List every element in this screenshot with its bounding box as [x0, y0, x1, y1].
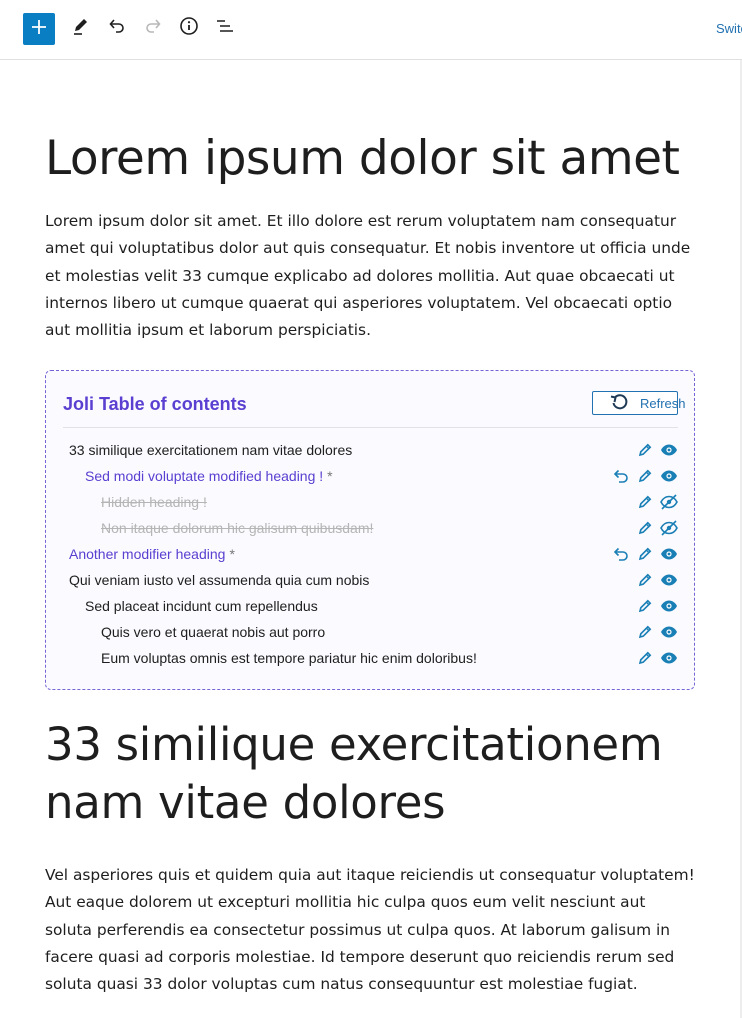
- toc-item-actions: [636, 593, 678, 619]
- toc-item-label[interactable]: Sed modi voluptate modified heading ! *: [85, 463, 333, 489]
- toc-item[interactable]: Quis vero et quaerat nobis aut porro: [46, 619, 696, 645]
- toc-item[interactable]: Hidden heading !: [46, 489, 696, 515]
- tools-button[interactable]: [65, 12, 97, 44]
- toc-item[interactable]: Sed modi voluptate modified heading ! *: [46, 463, 696, 489]
- details-button[interactable]: [173, 12, 205, 44]
- pencil-icon[interactable]: [636, 649, 654, 667]
- toc-item-actions: [636, 489, 678, 515]
- eye-icon[interactable]: [660, 597, 678, 615]
- toc-item[interactable]: Another modifier heading *: [46, 541, 696, 567]
- toc-item-text: Non itaque dolorum hic galisum quibusdam…: [101, 520, 374, 536]
- toc-item[interactable]: Non itaque dolorum hic galisum quibusdam…: [46, 515, 696, 541]
- toc-item-text: 33 similique exercitationem nam vitae do…: [69, 442, 353, 458]
- toc-item-text: Quis vero et quaerat nobis aut porro: [101, 624, 326, 640]
- refresh-label: Refresh: [640, 395, 686, 411]
- post-title-text: Lorem ipsum dolor sit amet: [45, 131, 680, 186]
- toc-item-actions: [636, 437, 678, 463]
- toc-item-actions: [636, 645, 678, 671]
- joli-toc-block[interactable]: Joli Table of contents Refresh 33 simili…: [45, 370, 695, 690]
- post-title[interactable]: Lorem ipsum dolor sit amet: [45, 130, 697, 188]
- toc-item-actions: [636, 619, 678, 645]
- pencil-icon[interactable]: [636, 493, 654, 511]
- toc-item-actions: [612, 463, 678, 489]
- info-icon: [179, 16, 199, 41]
- heading-text: 33 similique exercitationem nam vitae do…: [45, 718, 663, 829]
- pencil-icon[interactable]: [636, 441, 654, 459]
- pencil-icon[interactable]: [636, 623, 654, 641]
- toc-item-text: Sed modi voluptate modified heading !: [85, 468, 324, 484]
- pencil-icon[interactable]: [636, 571, 654, 589]
- refresh-icon: [603, 393, 630, 414]
- toc-item[interactable]: Sed placeat incidunt cum repellendus: [46, 593, 696, 619]
- plus-icon: [30, 18, 48, 41]
- switch-to-draft-button[interactable]: Switch to draft: [716, 21, 742, 36]
- toc-item-label[interactable]: Eum voluptas omnis est tempore pariatur …: [101, 645, 477, 671]
- pencil-icon: [71, 16, 91, 41]
- eye-icon[interactable]: [660, 467, 678, 485]
- reset-icon[interactable]: [612, 467, 630, 485]
- heading-block[interactable]: 33 similique exercitationem nam vitae do…: [45, 716, 697, 832]
- eye-icon[interactable]: [660, 623, 678, 641]
- paragraph-block[interactable]: Lorem ipsum dolor sit amet. Et illo dolo…: [45, 208, 697, 344]
- toc-item-actions: [612, 541, 678, 567]
- toc-item-text: Sed placeat incidunt cum repellendus: [85, 598, 318, 614]
- toc-item-text: Eum voluptas omnis est tempore pariatur …: [101, 650, 477, 666]
- toc-item-actions: [636, 567, 678, 593]
- redo-button[interactable]: [137, 12, 169, 44]
- pencil-icon[interactable]: [636, 467, 654, 485]
- pencil-icon[interactable]: [636, 597, 654, 615]
- toc-item-label[interactable]: Quis vero et quaerat nobis aut porro: [101, 619, 325, 645]
- toc-title: Joli Table of contents: [63, 394, 247, 414]
- toc-item-text: Hidden heading !: [101, 494, 207, 510]
- toc-item-label[interactable]: Non itaque dolorum hic galisum quibusdam…: [101, 515, 373, 541]
- modified-marker: *: [229, 546, 235, 562]
- undo-button[interactable]: [101, 12, 133, 44]
- pencil-icon[interactable]: [636, 545, 654, 563]
- toc-item-label[interactable]: 33 similique exercitationem nam vitae do…: [69, 437, 352, 463]
- list-view-button[interactable]: [209, 12, 241, 44]
- toc-item-text: Another modifier heading: [69, 546, 226, 562]
- eye-icon[interactable]: [660, 441, 678, 459]
- list-view-icon: [215, 16, 235, 41]
- refresh-button[interactable]: Refresh: [592, 391, 686, 415]
- pencil-icon[interactable]: [636, 519, 654, 537]
- toc-item[interactable]: 33 similique exercitationem nam vitae do…: [46, 437, 696, 463]
- reset-icon[interactable]: [612, 545, 630, 563]
- editor-canvas: Lorem ipsum dolor sit amet Lorem ipsum d…: [45, 60, 697, 993]
- add-block-button[interactable]: [23, 13, 55, 45]
- paragraph-block-2[interactable]: Vel asperiores quis et quidem quia aut i…: [45, 862, 697, 998]
- toc-item-label[interactable]: Hidden heading !: [101, 489, 207, 515]
- eye-icon[interactable]: [660, 571, 678, 589]
- undo-icon: [107, 16, 127, 41]
- redo-icon: [143, 16, 163, 41]
- modified-marker: *: [327, 468, 333, 484]
- toc-item[interactable]: Eum voluptas omnis est tempore pariatur …: [46, 645, 696, 671]
- editor-toolbar: Switch to draft: [0, 0, 742, 60]
- toc-item-label[interactable]: Qui veniam iusto vel assumenda quia cum …: [69, 567, 369, 593]
- eye-icon[interactable]: [660, 649, 678, 667]
- eye-off-icon[interactable]: [660, 493, 678, 511]
- toc-list: 33 similique exercitationem nam vitae do…: [46, 437, 696, 671]
- toc-divider: [63, 427, 678, 428]
- toc-item-actions: [636, 515, 678, 541]
- toc-item[interactable]: Qui veniam iusto vel assumenda quia cum …: [46, 567, 696, 593]
- toc-item-label[interactable]: Sed placeat incidunt cum repellendus: [85, 593, 318, 619]
- toc-item-label[interactable]: Another modifier heading *: [69, 541, 235, 567]
- eye-icon[interactable]: [660, 545, 678, 563]
- toc-item-text: Qui veniam iusto vel assumenda quia cum …: [69, 572, 370, 588]
- eye-off-icon[interactable]: [660, 519, 678, 537]
